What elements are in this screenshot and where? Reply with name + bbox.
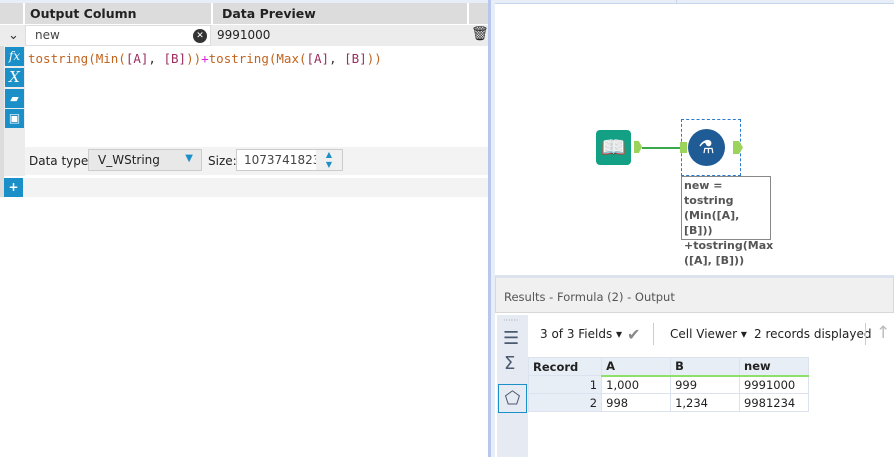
output-column-header: Output Column xyxy=(25,3,211,24)
data-type-select[interactable]: V_WString ▼ xyxy=(88,149,202,171)
column-header-record[interactable]: Record xyxy=(527,357,603,376)
preview-value: 9991000 xyxy=(217,28,271,42)
input-anchor[interactable] xyxy=(680,142,687,153)
table-row: 2 998 1,234 9981234 xyxy=(527,393,809,412)
formula-row: ⌄ new ✕ 9991000 🗑 xyxy=(0,25,489,46)
header-spacer-right xyxy=(469,3,488,24)
expression-token: )) xyxy=(366,51,382,66)
workflow-canvas[interactable]: 📖 ⚗ new = tostring (Min([A], [B])) +tost… xyxy=(495,0,894,275)
annotation-line: (Min([A], [B])) xyxy=(684,209,740,237)
formula-output-anchor[interactable] xyxy=(733,141,743,154)
arrow-up-icon[interactable]: ↑ xyxy=(876,323,890,343)
expression-token: , xyxy=(148,51,164,66)
size-stepper[interactable]: ▲ ▼ xyxy=(316,150,342,170)
table-cell[interactable]: 9981234 xyxy=(739,393,809,412)
field-name-value: new xyxy=(35,28,60,42)
toolbar-separator xyxy=(653,323,654,345)
records-count: 2 records displayed xyxy=(754,327,872,341)
expression-editor[interactable]: tostring(Min([A], [B]))+tostring(Max([A]… xyxy=(28,51,382,66)
folder-open-icon[interactable]: ▰ xyxy=(5,89,24,108)
expression-token: Max( xyxy=(276,51,307,66)
input-data-tool-icon[interactable]: 📖 xyxy=(596,130,631,165)
header-spacer xyxy=(0,3,23,24)
table-cell[interactable]: 1 xyxy=(527,375,603,394)
table-cell[interactable]: 1,234 xyxy=(670,393,741,412)
table-cell[interactable]: 1,000 xyxy=(601,375,672,394)
expression-token: )) xyxy=(186,51,202,66)
table-row: 1 1,000 999 9991000 xyxy=(527,375,809,394)
splitter[interactable] xyxy=(488,0,495,457)
size-label: Size: xyxy=(208,154,237,168)
formula-panel: Output Column Data Preview ⌄ new ✕ 99910… xyxy=(0,0,489,457)
connection-line xyxy=(642,147,683,149)
toolbar-separator xyxy=(865,323,866,345)
clear-icon[interactable]: ✕ xyxy=(193,29,207,43)
expression-token: + xyxy=(201,51,209,66)
column-header-b[interactable]: B xyxy=(670,357,741,377)
formula-tool-icon[interactable]: ⚗ xyxy=(688,129,725,166)
field-name-input[interactable]: new ✕ xyxy=(25,25,211,46)
canvas-tick xyxy=(676,0,677,4)
table-cell[interactable]: 9991000 xyxy=(739,375,809,394)
results-panel: Results - Formula (2) - Output ······ ☰ … xyxy=(495,275,894,457)
sum-icon[interactable]: Σ xyxy=(504,353,515,374)
expression-token: [B] xyxy=(344,51,367,66)
annotation-line: ([A], [B])) xyxy=(684,254,745,267)
expression-token: [A] xyxy=(125,51,149,66)
table-view-icon[interactable]: ☰ xyxy=(503,328,519,349)
expression-token: tostring( xyxy=(28,51,96,66)
viewer-label: Cell Viewer xyxy=(670,327,738,341)
expression-token: Min( xyxy=(95,51,126,66)
checkmark-icon[interactable]: ✔ xyxy=(627,325,640,344)
expression-token: [A] xyxy=(306,51,330,66)
expression-token: tostring( xyxy=(208,51,277,66)
annotation-line: +tostring(Max xyxy=(684,239,774,252)
table-cell[interactable]: 998 xyxy=(601,393,672,412)
expression-token: [B] xyxy=(163,51,187,66)
tool-annotation: new = tostring (Min([A], [B])) +tostring… xyxy=(681,176,773,267)
data-type-value: V_WString xyxy=(98,153,160,167)
cell-viewer-dropdown[interactable]: Cell Viewer ▾ xyxy=(670,327,747,341)
icon-column: fx X ▰ ▣ xyxy=(4,46,25,176)
column-header-a[interactable]: A xyxy=(601,357,672,377)
canvas-top-strip xyxy=(495,0,894,4)
data-preview-header: Data Preview xyxy=(213,3,467,24)
results-header: Results - Formula (2) - Output xyxy=(495,275,894,313)
table-cell[interactable]: 999 xyxy=(670,375,741,394)
save-icon[interactable]: ▣ xyxy=(5,109,24,128)
chevron-down-icon[interactable]: ⌄ xyxy=(4,25,23,46)
fields-dropdown[interactable]: 3 of 3 Fields ▾ xyxy=(540,327,622,341)
table-cell[interactable]: 2 xyxy=(527,393,603,412)
dropdown-arrow-icon: ▼ xyxy=(185,153,193,164)
add-formula-button[interactable]: + xyxy=(4,178,23,197)
trash-icon[interactable]: 🗑 xyxy=(471,26,489,42)
fields-label: 3 of 3 Fields xyxy=(540,327,613,341)
type-row: Data type: V_WString ▼ Size: 1073741823 … xyxy=(25,147,488,175)
function-icon[interactable]: fx xyxy=(5,47,24,66)
drag-handle-icon[interactable]: ······ xyxy=(503,316,518,325)
size-value: 1073741823 xyxy=(244,153,321,167)
expression-token: , xyxy=(329,51,345,66)
variable-icon[interactable]: X xyxy=(5,68,24,87)
results-table: Record A Bnew 1 1,000 999 9991000 2 998 1,234 998… xyxy=(527,357,809,412)
size-input[interactable]: 1073741823 ▲ ▼ xyxy=(236,149,343,171)
results-nav: ······ ☰ Σ ⬠ xyxy=(497,315,528,457)
output-anchor[interactable] xyxy=(634,141,642,153)
output-tag-icon[interactable]: ⬠ xyxy=(498,384,527,413)
data-type-label: Data type: xyxy=(29,154,93,168)
add-row: + xyxy=(4,178,488,197)
column-header-new[interactable]: new xyxy=(739,357,809,377)
results-title: Results - Formula (2) - Output xyxy=(504,290,675,304)
annotation-line: new = tostring xyxy=(684,179,734,207)
